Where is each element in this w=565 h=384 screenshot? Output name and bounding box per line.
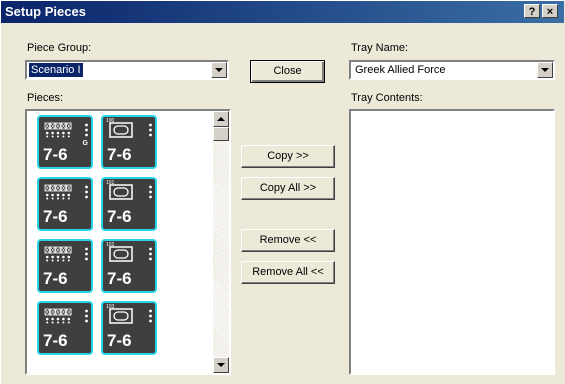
tray-contents-label: Tray Contents:: [351, 92, 423, 104]
piece-factors: 7-6: [107, 145, 132, 164]
pieces-list[interactable]: 7-6 G 100 7-6 7-6 101 7-6 7-6 102 7-6 7-6 103 7-6: [25, 109, 231, 375]
piece-counter[interactable]: 103 7-6: [101, 301, 157, 355]
help-button[interactable]: ?: [524, 4, 540, 18]
piece-counter[interactable]: 7-6: [37, 177, 93, 231]
piece-counter[interactable]: 7-6: [37, 239, 93, 293]
strength-pips-icon: [149, 185, 152, 199]
chevron-down-icon[interactable]: [537, 62, 553, 78]
armor-symbol-icon: [109, 246, 133, 262]
tray-name-select[interactable]: Greek Allied Force: [349, 60, 555, 80]
infantry-group-icon: [44, 308, 72, 324]
piece-factors: 7-6: [43, 145, 68, 164]
close-window-button[interactable]: ×: [542, 4, 558, 18]
scroll-thumb[interactable]: [213, 127, 229, 141]
infantry-group-icon: [44, 184, 72, 200]
piece-counter[interactable]: 102 7-6: [101, 239, 157, 293]
armor-symbol-icon: [109, 184, 133, 200]
copy-button[interactable]: Copy >>: [241, 145, 335, 168]
piece-group-select[interactable]: Scenario I: [25, 60, 229, 80]
pieces-label: Pieces:: [27, 92, 64, 104]
copy-all-button[interactable]: Copy All >>: [241, 177, 335, 200]
piece-factors: 7-6: [107, 269, 132, 288]
close-button[interactable]: Close: [250, 60, 325, 83]
window-title: Setup Pieces: [5, 4, 86, 19]
strength-pips-icon: [85, 247, 88, 261]
title-bar[interactable]: Setup Pieces ? ×: [1, 1, 564, 23]
piece-counter[interactable]: 7-6: [37, 301, 93, 355]
setup-pieces-dialog: Setup Pieces ? × Piece Group: Scenario I…: [0, 0, 565, 384]
piece-counter[interactable]: 7-6 G: [37, 115, 93, 169]
piece-superscript: G: [82, 140, 88, 147]
piece-factors: 7-6: [107, 331, 132, 350]
strength-pips-icon: [149, 123, 152, 137]
infantry-group-icon: [44, 122, 72, 138]
strength-pips-icon: [85, 185, 88, 199]
tray-name-value: Greek Allied Force: [355, 64, 446, 76]
piece-group-label: Piece Group:: [27, 42, 92, 54]
piece-counter[interactable]: 100 7-6: [101, 115, 157, 169]
armor-symbol-icon: [109, 308, 133, 324]
strength-pips-icon: [85, 123, 88, 137]
piece-factors: 7-6: [43, 331, 68, 350]
tray-contents-list[interactable]: [349, 109, 555, 375]
chevron-down-icon[interactable]: [211, 62, 227, 78]
piece-factors: 7-6: [107, 207, 132, 226]
scroll-up-icon[interactable]: [213, 111, 229, 127]
strength-pips-icon: [149, 309, 152, 323]
scroll-down-icon[interactable]: [213, 357, 229, 373]
strength-pips-icon: [85, 309, 88, 323]
piece-group-value: Scenario I: [29, 63, 83, 77]
tray-name-label: Tray Name:: [351, 42, 409, 54]
remove-all-button[interactable]: Remove All <<: [241, 261, 335, 284]
piece-factors: 7-6: [43, 207, 68, 226]
piece-factors: 7-6: [43, 269, 68, 288]
infantry-group-icon: [44, 246, 72, 262]
piece-counter[interactable]: 101 7-6: [101, 177, 157, 231]
armor-symbol-icon: [109, 122, 133, 138]
pieces-scrollbar[interactable]: [213, 111, 229, 373]
remove-button[interactable]: Remove <<: [241, 229, 335, 252]
strength-pips-icon: [149, 247, 152, 261]
